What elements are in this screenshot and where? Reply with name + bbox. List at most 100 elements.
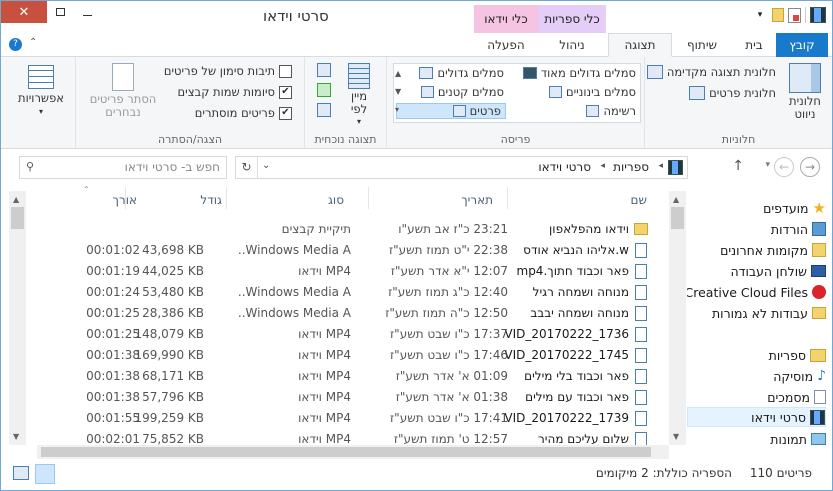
column-header-size[interactable]: גודל	[200, 193, 222, 207]
item-checkboxes-checkbox[interactable]	[279, 64, 292, 78]
file-extensions-toggle[interactable]: סיומות שמות קבצים ✔	[178, 85, 292, 99]
history-dropdown-icon[interactable]: ▾	[765, 160, 770, 170]
nav-downloads[interactable]: הורדות	[771, 219, 826, 239]
back-button[interactable]: →	[800, 157, 820, 177]
recent-places-icon	[812, 243, 826, 257]
new-folder-icon[interactable]	[772, 8, 784, 22]
table-row[interactable]: VID_20170222_1745...17:46 כ"ו שבט תשע"ז M…	[27, 345, 651, 366]
address-bar[interactable]: ◂ ספריות ◂ סרטי וידאו ⌄ ↻	[235, 156, 688, 179]
gallery-scroll[interactable]: ▲ ▼ ▾	[395, 65, 401, 119]
cell-name: מנוחה ושמחה רגיל	[532, 285, 629, 299]
tab-share[interactable]: שיתוף	[672, 33, 732, 57]
vertical-scroll-thumb[interactable]	[671, 207, 684, 229]
details-view-button[interactable]: פרטים	[396, 103, 506, 119]
nav-favorites[interactable]: מועדפים ★	[763, 198, 826, 218]
cell-type: MP4 וידאו	[298, 348, 351, 362]
breadcrumb-videos[interactable]: סרטי וידאו	[538, 160, 591, 174]
preview-pane-icon	[646, 65, 663, 79]
table-row[interactable]: VID_20170222_1739...17:41 כ"ו שבט תשע"ז M…	[27, 408, 651, 429]
help-icon[interactable]: ?	[9, 38, 22, 51]
close-button[interactable]: ✕	[1, 1, 47, 23]
nav-recent-places[interactable]: מקומות אחרונים	[720, 240, 826, 260]
up-button[interactable]: ↑	[732, 158, 744, 174]
medium-icons-button[interactable]: סמלים בינוניים	[548, 85, 636, 99]
large-icons-toggle-icon[interactable]	[13, 466, 29, 480]
cell-type: Windows Media A...	[239, 243, 351, 257]
options-button[interactable]: אפשרויות ▾	[15, 65, 67, 116]
table-row[interactable]: פאר וכבוד בלי מילים 01:09 א' אדר תשע"ז MP4…	[27, 366, 651, 387]
nav-documents[interactable]: מסמכים	[767, 387, 826, 407]
ribbon-collapse-icon[interactable]: ⌃	[29, 37, 37, 48]
cell-length: 00:01:19	[86, 264, 140, 278]
left-scrollbar[interactable]: ▲ ▼	[9, 191, 26, 445]
item-checkboxes-toggle[interactable]: תיבות סימון של פריטים	[164, 64, 292, 78]
large-icons-button[interactable]: סמלים גדולים	[419, 66, 504, 80]
cell-date: 12:40 כ"ג תמוז תשע"ז	[388, 285, 508, 299]
table-row[interactable]: מנוחה ושמחה רגיל 12:40 כ"ג תמוז תשע"ז Wind…	[27, 282, 651, 303]
extra-large-icons-button[interactable]: סמלים גדולים מאוד	[522, 66, 636, 80]
cell-length: 00:01:55	[86, 411, 140, 425]
minimize-icon	[83, 14, 92, 16]
table-row[interactable]: מנוחה ושמחה יבבב 12:50 כ"ה תמוז תשע"ז Wind…	[27, 303, 651, 324]
search-box[interactable]: חפש ב- סרטי וידאו ⚲	[19, 156, 227, 179]
video-file-icon	[635, 243, 647, 258]
tab-view[interactable]: תצוגה	[608, 33, 672, 57]
forward-button[interactable]: ←	[774, 157, 794, 177]
tab-manage[interactable]: ניהול	[538, 33, 606, 57]
video-file-icon	[635, 285, 647, 300]
cell-name: פאר וכבוד חתוך.mp4	[516, 264, 630, 278]
cell-length: 00:02:01	[86, 432, 140, 446]
video-file-icon	[635, 306, 647, 321]
minimize-button[interactable]	[74, 1, 101, 23]
left-scroll-thumb[interactable]	[11, 207, 24, 229]
properties-icon[interactable]	[788, 7, 801, 23]
column-header-type[interactable]: סוג	[328, 193, 344, 207]
table-row[interactable]: פאר וכבוד עם מילים 01:38 א' אדר תשע"ז MP4 …	[27, 387, 651, 408]
details-pane-button[interactable]: חלונית פרטים	[689, 86, 776, 100]
nav-music[interactable]: מוסיקה ♪	[773, 366, 826, 386]
preview-pane-button[interactable]: חלונית תצוגה מקדימה	[646, 65, 776, 79]
nav-libraries[interactable]: ספריות	[769, 345, 826, 365]
cell-length: 00:01:38	[86, 369, 140, 383]
details-view-toggle-icon[interactable]	[35, 464, 55, 484]
nav-unfinished-work[interactable]: עבודות לא גמורות	[712, 303, 826, 323]
file-extensions-checkbox[interactable]: ✔	[279, 85, 292, 99]
sort-indicator-icon: ⌃	[83, 185, 90, 194]
size-columns-icon[interactable]	[317, 103, 331, 117]
column-header-date[interactable]: תאריך	[461, 193, 493, 207]
table-row[interactable]: וידאו מהפלאפון 23:21 כ"ז אב תשע"ו תיקיית ק…	[27, 219, 651, 240]
list-button[interactable]: רשימה	[586, 104, 636, 118]
hide-selected-button[interactable]: הסתר פריטים נבחרים	[84, 63, 162, 119]
sort-by-button[interactable]: מיין לפי ▾	[339, 63, 379, 126]
qat-dropdown-icon[interactable]: ▾	[752, 7, 768, 23]
address-dropdown-icon[interactable]: ⌄	[262, 160, 270, 171]
extra-large-icons-icon	[522, 67, 537, 79]
tab-home[interactable]: בית	[732, 33, 776, 57]
refresh-button[interactable]: ↻	[236, 157, 258, 178]
hidden-items-toggle[interactable]: פריטים מוסתרים ✔	[195, 106, 292, 120]
add-columns-icon[interactable]	[317, 83, 331, 97]
horizontal-scrollbar[interactable]	[37, 445, 669, 459]
nav-creative-cloud[interactable]: Creative Cloud Files	[687, 282, 826, 302]
nav-videos[interactable]: סרטי וידאו	[687, 407, 826, 427]
nav-pane-button[interactable]: חלונית ניווט	[784, 63, 826, 121]
pictures-icon	[811, 433, 826, 445]
breadcrumb-libraries[interactable]: ספריות	[613, 160, 649, 174]
column-header-name[interactable]: שם	[631, 193, 647, 207]
tab-play[interactable]: הפעלה	[474, 33, 538, 57]
nav-pictures[interactable]: תמונות	[770, 429, 826, 449]
table-row[interactable]: w.אליהו הנביא אודס 22:38 י"ט תמוז תשע"ז Wi…	[27, 240, 651, 261]
small-icons-button[interactable]: סמלים קטנים	[420, 85, 504, 99]
table-row[interactable]: VID_20170222_1736...17:37 כ"ו שבט תשע"ז M…	[27, 324, 651, 345]
group-by-icon[interactable]	[317, 63, 331, 77]
video-file-icon	[635, 390, 647, 405]
horizontal-scroll-thumb[interactable]	[41, 447, 651, 457]
cell-type: MP4 וידאו	[298, 369, 351, 383]
vertical-scrollbar[interactable]: ▲ ▼	[669, 191, 686, 445]
search-input[interactable]: חפש ב- סרטי וידאו	[125, 160, 220, 174]
nav-desktop[interactable]: שולחן העבודה	[730, 261, 826, 281]
tab-file[interactable]: קובץ	[776, 33, 828, 57]
hidden-items-checkbox[interactable]: ✔	[279, 106, 292, 120]
table-row[interactable]: פאר וכבוד חתוך.mp4 12:07 י"א אדר תשע"ז MP4…	[27, 261, 651, 282]
maximize-button[interactable]	[47, 1, 74, 23]
